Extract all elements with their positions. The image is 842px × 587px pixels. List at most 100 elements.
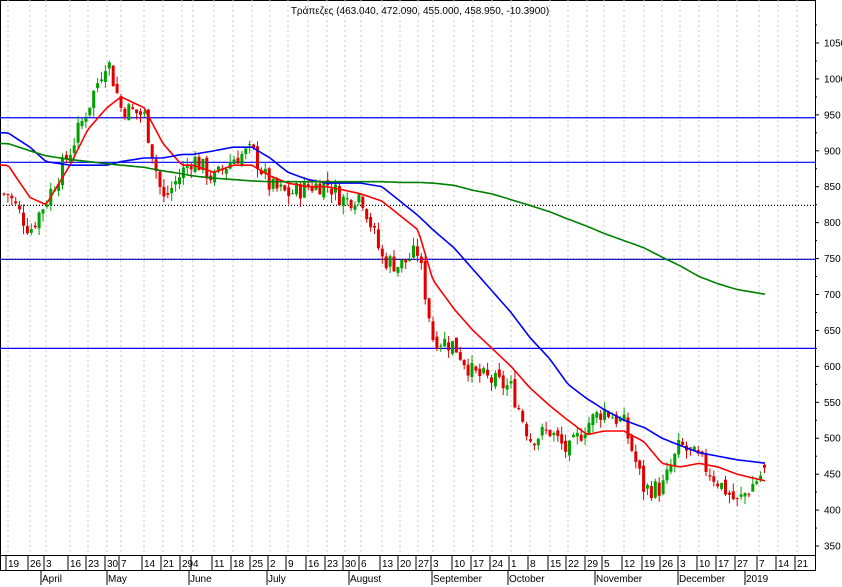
candle-body: [521, 410, 525, 422]
y-axis: 350 400 450 500 550 600 650 700 750 800 850 900 950 1…: [815, 24, 842, 553]
candle-body: [353, 205, 357, 210]
candle-body: [170, 187, 174, 194]
x-tick-label: 12: [624, 559, 636, 570]
candle-body: [665, 469, 669, 481]
candle-body: [423, 260, 427, 300]
candle-body: [158, 171, 162, 187]
candle-body: [80, 120, 84, 127]
month-label: April: [42, 574, 62, 585]
candle-body: [131, 107, 135, 109]
candle-body: [345, 198, 349, 200]
candle-body: [529, 439, 532, 442]
candle-body: [525, 424, 529, 437]
y-tick-label: 350: [824, 542, 841, 553]
candle-body: [755, 481, 759, 484]
candle-body: [22, 212, 25, 226]
candle-body: [388, 256, 392, 267]
candle-body: [174, 181, 178, 185]
candle-body: [490, 377, 493, 383]
candle-body: [178, 177, 181, 185]
candle-body: [162, 186, 166, 197]
candle-body: [373, 226, 376, 228]
candle-body: [2, 193, 6, 195]
candle-body: [37, 212, 41, 229]
candle-body: [244, 148, 248, 154]
candle-body: [673, 453, 677, 466]
x-tick-label: 25: [252, 559, 264, 570]
candle-body: [357, 194, 361, 203]
candle-body: [412, 245, 415, 258]
candle-body: [322, 181, 326, 198]
x-tick-label: 5: [604, 559, 610, 570]
candle-body: [302, 181, 306, 198]
candle-body: [205, 157, 209, 179]
x-tick-label: 16: [70, 559, 82, 570]
candle-body: [111, 65, 115, 87]
candle-body: [41, 209, 45, 214]
candle-body: [474, 366, 478, 371]
candle-body: [657, 482, 661, 496]
candle-body: [591, 414, 595, 426]
candle-body: [466, 364, 470, 376]
x-tick-label: 17: [718, 559, 730, 570]
month-label: July: [268, 574, 286, 585]
candle-body: [540, 426, 544, 436]
candle-body: [287, 187, 291, 197]
x-tick-label: 10: [699, 559, 711, 570]
candle-body: [224, 168, 228, 174]
candle-body: [517, 407, 521, 410]
candle-body: [384, 256, 388, 269]
month-label: August: [350, 574, 381, 585]
candle-body: [587, 422, 591, 435]
candle-body: [653, 481, 657, 498]
x-tick-label: 4: [193, 559, 199, 570]
y-tick-label: 850: [824, 182, 841, 193]
x-tick-label: 18: [233, 559, 245, 570]
candle-body: [634, 451, 638, 462]
candle-body: [142, 112, 146, 114]
candle-body: [731, 491, 735, 500]
candle-body: [642, 465, 646, 492]
candle-body: [548, 429, 552, 437]
candle-body: [291, 193, 295, 195]
x-tick-label: 11: [214, 559, 225, 570]
x-tick-label: 21: [163, 559, 175, 570]
candle-body: [33, 225, 37, 228]
x-tick-label: 29: [182, 559, 194, 570]
candle-body: [400, 259, 404, 269]
candle-body: [45, 204, 49, 207]
x-tick-label: 6: [361, 559, 367, 570]
candle-body: [127, 104, 131, 121]
y-tick-label: 750: [824, 254, 841, 265]
candle-body: [681, 441, 685, 445]
candle-body: [716, 483, 720, 487]
candle-body: [583, 434, 587, 439]
candle-body: [283, 185, 287, 191]
candle-body: [61, 157, 64, 186]
y-tick-label: 1050: [824, 39, 842, 50]
x-tick-label: 15: [550, 559, 562, 570]
x-tick-label: 24: [492, 559, 504, 570]
candle-body: [25, 226, 29, 234]
y-tick-label: 1000: [824, 74, 842, 85]
candle-body: [431, 321, 435, 341]
candle-body: [392, 256, 396, 272]
x-tick-label: 29: [587, 559, 599, 570]
candle-body: [599, 413, 603, 420]
candle-body: [564, 440, 568, 452]
candle-body: [497, 369, 501, 377]
candle-body: [115, 83, 119, 93]
y-tick-label: 550: [824, 398, 841, 409]
x-tick-label: 7: [121, 559, 127, 570]
candle-body: [341, 196, 345, 207]
x-tick-label: 3: [680, 559, 686, 570]
y-tick-label: 400: [824, 506, 841, 517]
candle-body: [236, 157, 240, 164]
candle-body: [458, 352, 462, 360]
candle-body: [103, 71, 107, 82]
x-tick-label: 10: [454, 559, 466, 570]
x-tick-label: 13: [382, 559, 394, 570]
candle-body: [513, 379, 517, 408]
candle-body: [240, 153, 244, 166]
x-tick-label: 30: [345, 559, 357, 570]
